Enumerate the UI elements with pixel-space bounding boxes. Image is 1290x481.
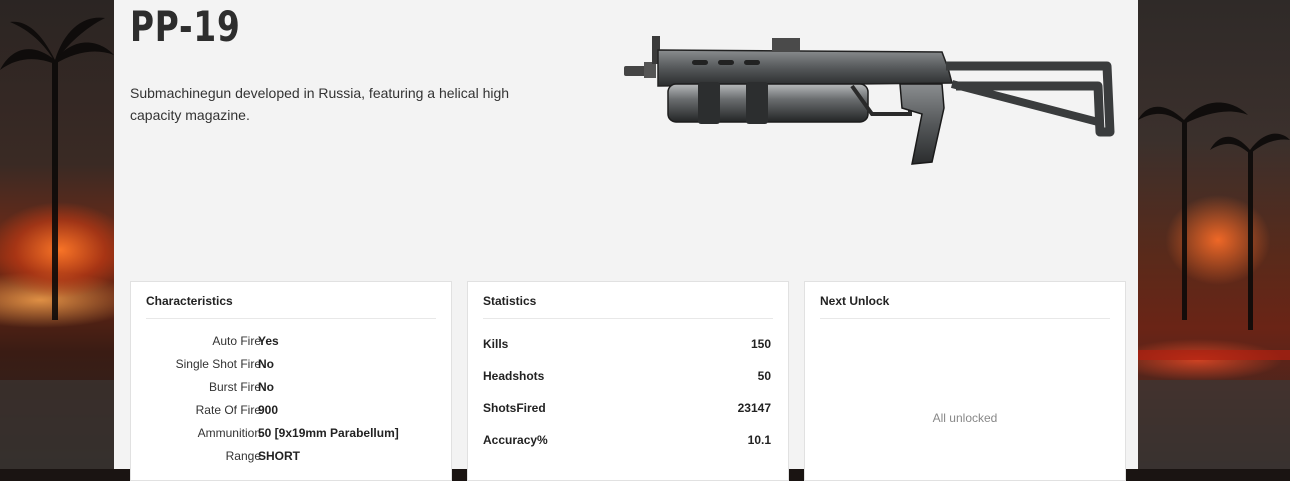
characteristic-row: Burst Fire No [131, 380, 451, 398]
unlock-status: All unlocked [932, 411, 998, 425]
characteristic-value: No [258, 380, 274, 394]
characteristic-value: Yes [258, 334, 279, 348]
characteristic-label: Rate Of Fire [195, 403, 261, 417]
characteristic-value: 900 [258, 403, 279, 417]
palm-tree-silhouette [1138, 102, 1290, 469]
characteristics-heading: Characteristics [146, 294, 233, 308]
weapon-description: Submachinegun developed in Russia, featu… [130, 85, 510, 123]
statistic-value: 23147 [737, 401, 771, 415]
characteristic-row: Single Shot Fire No [131, 357, 451, 375]
characteristic-label: Ammunition [197, 426, 261, 440]
statistics-card: Statistics Kills 150 Headshots 50 ShotsFired… [467, 281, 789, 481]
characteristic-label: Auto Fire [212, 334, 261, 348]
characteristic-row: Range SHORT [131, 449, 451, 467]
divider [820, 318, 1110, 319]
statistic-row: Accuracy% 10.1 [483, 433, 771, 451]
characteristic-row: Auto Fire Yes [131, 334, 451, 352]
statistic-label: ShotsFired [483, 401, 546, 415]
statistic-label: Kills [483, 337, 509, 351]
statistics-heading: Statistics [483, 294, 537, 308]
statistic-row: Headshots 50 [483, 369, 771, 387]
next-unlock-heading: Next Unlock [820, 294, 890, 308]
characteristic-value: 50 [9x19mm Parabellum] [258, 426, 399, 440]
weapon-detail-panel: PP-19 Submachinegun developed in Russia,… [114, 0, 1138, 481]
statistic-value: 150 [750, 337, 771, 351]
divider [146, 318, 436, 319]
weapon-title: PP-19 [130, 2, 241, 51]
characteristic-row: Rate Of Fire 900 [131, 403, 451, 421]
background-left [0, 0, 114, 469]
palm-tree-silhouette [0, 17, 114, 469]
characteristic-label: Burst Fire [208, 380, 261, 394]
characteristic-row: Ammunition 50 [9x19mm Parabellum] [131, 426, 451, 444]
statistic-value: 10.1 [747, 433, 771, 447]
statistic-label: Accuracy% [483, 433, 548, 447]
statistic-value: 50 [757, 369, 771, 383]
background-right [1138, 0, 1290, 469]
next-unlock-card: Next Unlock All unlocked [804, 281, 1126, 481]
characteristic-value: SHORT [258, 449, 300, 463]
characteristic-label: Single Shot Fire [175, 357, 261, 371]
statistic-label: Headshots [483, 369, 545, 383]
weapon-image [624, 36, 1115, 165]
statistic-row: Kills 150 [483, 337, 771, 355]
characteristic-value: No [258, 357, 274, 371]
characteristic-label: Range [225, 449, 261, 463]
statistic-row: ShotsFired 23147 [483, 401, 771, 419]
divider [483, 318, 773, 319]
characteristics-card: Characteristics Auto Fire Yes Single Shot … [130, 281, 452, 481]
